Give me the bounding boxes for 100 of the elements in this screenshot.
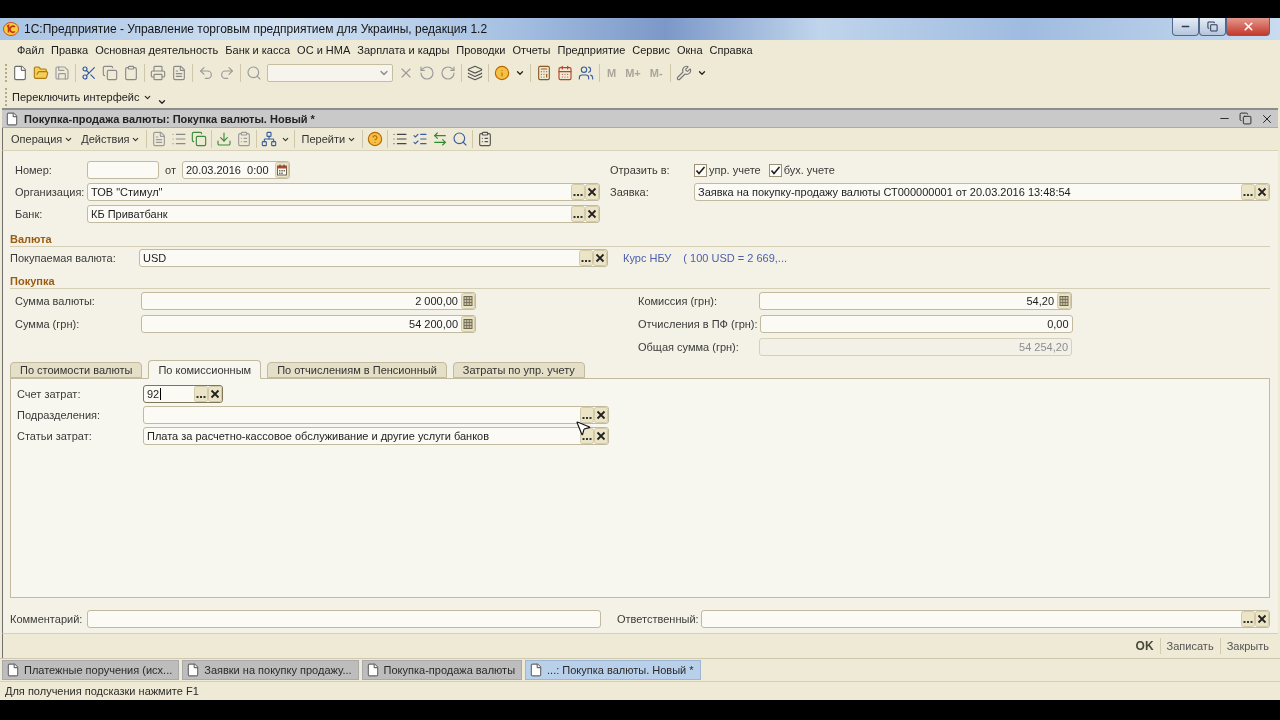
folder-icon[interactable]	[33, 65, 49, 81]
calendar-icon[interactable]	[557, 65, 573, 81]
clear-icon[interactable]	[593, 250, 607, 266]
dialog-button[interactable]: Записать	[1160, 640, 1220, 652]
dialog-button[interactable]: OK	[1129, 639, 1160, 653]
clear-icon[interactable]	[594, 427, 608, 444]
window-tab[interactable]: ...: Покупка валюты. Новый *	[525, 660, 701, 680]
clear-icon[interactable]	[1255, 611, 1269, 627]
dots-icon[interactable]	[1241, 611, 1255, 627]
comment-field[interactable]	[87, 610, 601, 628]
organization-field[interactable]: ТОВ "Стимул"	[87, 183, 600, 201]
menu-item[interactable]: Банк и касса	[222, 41, 294, 59]
search-icon[interactable]	[452, 131, 469, 147]
menu-item[interactable]: Сервис	[629, 41, 673, 59]
hierarchy-icon[interactable]	[261, 131, 278, 147]
switch-interface-button[interactable]: Переключить интерфейс	[9, 91, 155, 103]
currency-field[interactable]: USD	[139, 249, 608, 267]
goto-button[interactable]: Перейти	[299, 133, 359, 145]
menu-item[interactable]: Предприятие	[554, 41, 629, 59]
dots-icon[interactable]	[571, 206, 585, 222]
arrows-icon[interactable]	[432, 131, 449, 147]
responsible-field[interactable]	[700, 610, 1270, 628]
minimize-button[interactable]	[1172, 18, 1199, 36]
copy-icon[interactable]	[191, 131, 208, 147]
caret-icon[interactable]	[696, 68, 707, 78]
checkbox[interactable]	[768, 163, 782, 177]
list-icon[interactable]	[392, 131, 409, 147]
checkbox[interactable]	[694, 163, 707, 177]
dots-icon[interactable]	[194, 385, 208, 402]
date-field[interactable]: 20.03.2016 0:00	[181, 161, 290, 179]
calculator-icon[interactable]	[536, 65, 552, 81]
bank-field[interactable]: КБ Приватбанк	[87, 205, 600, 223]
reference-field[interactable]	[143, 405, 609, 424]
printer-icon[interactable]	[150, 65, 166, 81]
menu-item[interactable]: Правка	[48, 41, 92, 59]
tab[interactable]: По стоимости валюты	[10, 362, 143, 378]
clear-icon[interactable]	[208, 385, 222, 402]
menu-item[interactable]: Файл	[14, 41, 48, 59]
account-field[interactable]: 92	[143, 384, 223, 403]
dots-icon[interactable]	[580, 406, 594, 423]
field-label: Покупаемая валюта:	[10, 252, 116, 264]
dots-icon[interactable]	[579, 250, 593, 266]
document-icon	[529, 663, 544, 677]
clear-icon[interactable]	[1255, 184, 1269, 200]
clipboard-list-icon[interactable]	[477, 131, 494, 147]
dialog-button[interactable]: Закрыть	[1220, 640, 1275, 652]
document-icon[interactable]	[12, 65, 28, 81]
menu-item[interactable]: Справка	[706, 41, 756, 59]
field-label: Заявка:	[610, 186, 649, 198]
clipboard-icon[interactable]	[123, 65, 139, 81]
amount-field[interactable]: 2 000,00	[141, 291, 476, 310]
restore-icon[interactable]	[1239, 112, 1252, 125]
tab[interactable]: По отчислениям в Пенсионный	[267, 362, 447, 378]
help-icon[interactable]	[367, 131, 384, 147]
menu-item[interactable]: Отчеты	[509, 41, 554, 59]
clear-icon[interactable]	[585, 184, 599, 200]
menu-button[interactable]: Операция	[9, 133, 76, 145]
clipboard-list-icon[interactable]	[236, 131, 253, 147]
restore-button[interactable]	[1199, 18, 1226, 36]
caret-icon[interactable]	[156, 97, 167, 107]
rate-link[interactable]: Курс НБУ	[623, 252, 672, 264]
checkbox-label: упр. учете	[709, 164, 761, 176]
menu-button[interactable]: Действия	[79, 133, 143, 145]
menu-item[interactable]: ОС и НМА	[294, 41, 354, 59]
amount-field[interactable]: 0,00	[759, 314, 1073, 333]
search-field[interactable]	[267, 64, 393, 82]
menu-item[interactable]: Зарплата и кадры	[354, 41, 453, 59]
copy-icon[interactable]	[102, 65, 118, 81]
window-tab[interactable]: Платежные поручения (исх...	[2, 660, 180, 680]
menu-item[interactable]: Проводки	[453, 41, 509, 59]
reference-field[interactable]: Плата за расчетно-кассовое обслуживание и другие услуги банков	[143, 426, 609, 445]
field-label: Статьи затрат:	[17, 429, 92, 442]
window-tab[interactable]: Заявки на покупку продажу...	[182, 660, 359, 680]
tab[interactable]: По комиссионным	[148, 360, 262, 379]
amount-field[interactable]: 54 200,00	[141, 314, 476, 333]
clear-icon[interactable]	[585, 206, 599, 222]
caret-icon[interactable]	[515, 68, 525, 78]
window-tab[interactable]: Покупка-продажа валюты	[361, 660, 523, 680]
users-icon[interactable]	[578, 65, 594, 81]
calendar-icon[interactable]	[274, 162, 289, 178]
clear-icon[interactable]	[594, 406, 608, 423]
calculator-icon[interactable]	[461, 292, 475, 309]
download-icon[interactable]	[216, 131, 233, 147]
calculator-icon[interactable]	[1057, 292, 1071, 309]
close-button[interactable]	[1226, 18, 1270, 36]
page-icon[interactable]	[171, 65, 187, 81]
request-field[interactable]: Заявка на покупку-продажу валюты СТ000000001 от 20.03.2016 13:48:54	[694, 183, 1270, 201]
amount-field[interactable]: 54,20	[759, 291, 1072, 310]
layers-icon[interactable]	[467, 65, 483, 81]
dots-icon[interactable]	[1241, 184, 1255, 200]
number-field[interactable]	[87, 161, 159, 179]
wrench-icon[interactable]	[675, 65, 692, 81]
dots-icon[interactable]	[571, 184, 585, 200]
info-icon[interactable]	[494, 65, 510, 81]
checklist-icon[interactable]	[412, 131, 429, 147]
calculator-icon[interactable]	[461, 315, 475, 332]
tab[interactable]: Затраты по упр. учету	[452, 362, 585, 378]
menu-item[interactable]: Окна	[673, 41, 706, 59]
menu-item[interactable]: Основная деятельность	[92, 41, 222, 59]
scissors-icon[interactable]	[81, 65, 97, 81]
